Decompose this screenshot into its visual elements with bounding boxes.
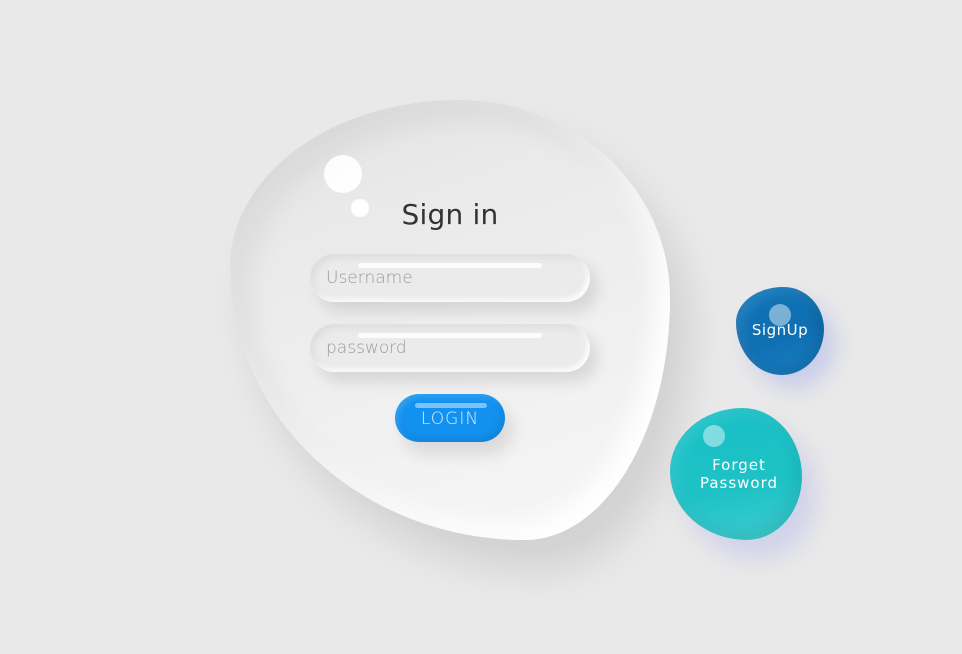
login-button-label: LOGIN	[420, 409, 480, 429]
username-field-container	[310, 254, 590, 302]
signup-button-label: SignUp	[751, 321, 809, 339]
forget-password-button[interactable]: Forget Password	[670, 408, 802, 540]
forget-password-button-label: Forget Password	[699, 456, 779, 492]
username-input[interactable]	[310, 254, 590, 302]
signup-button[interactable]: SignUp	[736, 287, 824, 375]
page-stage: Sign in LOGIN SignUp Forget Password	[0, 0, 962, 654]
password-field-container	[310, 324, 590, 372]
login-button[interactable]: LOGIN	[395, 394, 505, 442]
bubble-decoration-icon	[703, 425, 725, 447]
password-input[interactable]	[310, 324, 590, 372]
login-card: Sign in LOGIN	[230, 100, 670, 540]
button-gloss-highlight	[415, 403, 487, 408]
page-title: Sign in	[401, 198, 499, 231]
bubble-decoration-icon	[324, 155, 362, 193]
